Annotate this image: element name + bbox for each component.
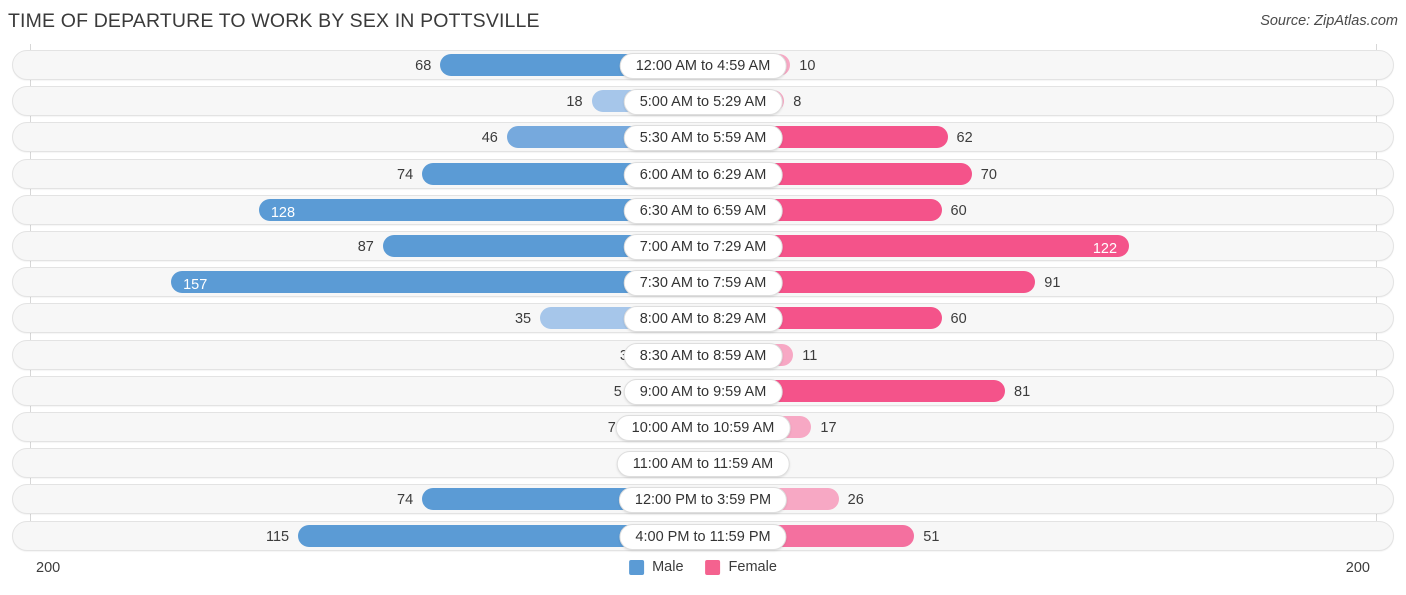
axis-label-left: 200 (36, 560, 61, 576)
bar-row-inner: 5 81 9:00 AM to 9:59 AM (13, 377, 1393, 405)
legend-label-female: Female (728, 559, 777, 575)
page-title: TIME OF DEPARTURE TO WORK BY SEX IN POTT… (8, 10, 540, 32)
legend-item-female[interactable]: Female (705, 559, 777, 575)
bar-row-inner: 68 10 12:00 AM to 4:59 AM (13, 51, 1393, 79)
bar-value-female: 122 (1092, 241, 1118, 257)
bar-row[interactable]: 74 70 6:00 AM to 6:29 AM (12, 158, 1394, 189)
legend-swatch-female-icon (705, 559, 721, 575)
bar-value-female: 51 (923, 528, 940, 545)
bar-row-inner: 115 51 4:00 PM to 11:59 PM (13, 522, 1393, 550)
bar-value-male: 46 (481, 130, 498, 147)
bar-row-inner: 7 17 10:00 AM to 10:59 AM (13, 413, 1393, 441)
bar-value-male: 7 (607, 420, 616, 436)
bar-value-female: 60 (950, 202, 967, 219)
bar-row-inner: 0011:00 AM to 11:59 AM (13, 449, 1393, 478)
category-label-pill: 5:00 AM to 5:29 AM (623, 89, 783, 116)
bar-row-inner: 87 122 7:00 AM to 7:29 AM (13, 232, 1393, 260)
category-label-pill: 4:00 PM to 11:59 PM (619, 523, 787, 550)
category-label-pill: 5:30 AM to 5:59 AM (623, 125, 783, 152)
chart-footer: 200 200 Male Female (0, 552, 1406, 595)
bar-value-female: 11 (802, 347, 818, 364)
bar-row[interactable]: 7 17 10:00 AM to 10:59 AM (12, 412, 1394, 442)
bar-row-inner: 91 157 7:30 AM to 7:59 AM (13, 268, 1393, 297)
category-label-pill: 8:30 AM to 8:59 AM (623, 342, 783, 369)
chart-plot-area: 68 10 12:00 AM to 4:59 AM 18 8 5:00 AM to 5:2… (0, 44, 1406, 552)
legend-label-male: Male (652, 559, 684, 575)
bar-row[interactable]: 3118:30 AM to 8:59 AM (12, 339, 1394, 370)
category-label-pill: 7:00 AM to 7:29 AM (623, 234, 783, 260)
bar-row-inner: 18 8 5:00 AM to 5:29 AM (13, 87, 1393, 116)
category-label-pill: 12:00 AM to 4:59 AM (619, 53, 787, 79)
bar-value-male: 35 (514, 311, 532, 328)
category-label-pill: 12:00 PM to 3:59 PM (618, 487, 788, 514)
bar-row-inner: 60 128 6:30 AM to 6:59 AM (13, 196, 1393, 224)
bar-row-inner: 3118:30 AM to 8:59 AM (13, 341, 1393, 369)
bar-value-female: 17 (820, 420, 837, 436)
category-label-pill: 11:00 AM to 11:59 AM (616, 451, 790, 478)
bar-value-male: 74 (397, 492, 414, 509)
bar-row-inner: 35 60 8:00 AM to 8:29 AM (13, 304, 1393, 333)
bar-value-male: 115 (266, 528, 290, 545)
chart-legend: Male Female (629, 559, 777, 575)
bar-value-female: 26 (847, 492, 864, 509)
source-attribution: Source: ZipAtlas.com (1260, 13, 1398, 29)
bar-value-male: 5 (613, 383, 622, 400)
bar-value-female: 62 (956, 130, 973, 147)
category-label-pill: 10:00 AM to 10:59 AM (615, 415, 791, 441)
legend-swatch-male-icon (629, 559, 645, 575)
bar-value-male: 87 (357, 239, 374, 255)
bar-value-male: 74 (397, 166, 414, 183)
bar-row[interactable]: 91 157 7:30 AM to 7:59 AM (12, 267, 1394, 298)
chart-header: TIME OF DEPARTURE TO WORK BY SEX IN POTT… (0, 0, 1406, 44)
bar-row[interactable]: 0011:00 AM to 11:59 AM (12, 448, 1394, 479)
bar-row[interactable]: 46 62 5:30 AM to 5:59 AM (12, 122, 1394, 153)
bar-row[interactable]: 5 81 9:00 AM to 9:59 AM (12, 375, 1394, 406)
bar-row-inner: 74 26 12:00 PM to 3:59 PM (13, 485, 1393, 514)
bar-value-male: 18 (566, 94, 583, 111)
bar-value-female: 10 (799, 58, 816, 74)
bar-row-inner: 74 70 6:00 AM to 6:29 AM (13, 160, 1393, 188)
bar-row-inner: 46 62 5:30 AM to 5:59 AM (13, 123, 1393, 152)
bar-male[interactable]: 157 (171, 271, 702, 294)
bar-row[interactable]: 60 128 6:30 AM to 6:59 AM (12, 194, 1394, 225)
category-label-pill: 6:00 AM to 6:29 AM (623, 161, 783, 188)
bar-row[interactable]: 35 60 8:00 AM to 8:29 AM (12, 303, 1394, 334)
bar-row[interactable]: 115 51 4:00 PM to 11:59 PM (12, 520, 1394, 551)
bar-value-female: 60 (950, 311, 967, 328)
bar-row[interactable]: 87 122 7:00 AM to 7:29 AM (12, 231, 1394, 261)
category-label-pill: 6:30 AM to 6:59 AM (623, 197, 783, 224)
bar-value-male: 157 (183, 277, 208, 294)
bar-row[interactable]: 68 10 12:00 AM to 4:59 AM (12, 50, 1394, 80)
category-label-pill: 9:00 AM to 9:59 AM (623, 378, 783, 405)
bar-row[interactable]: 18 8 5:00 AM to 5:29 AM (12, 86, 1394, 117)
bar-value-male: 68 (415, 58, 432, 74)
bar-value-female: 81 (1014, 383, 1031, 400)
chart-page: TIME OF DEPARTURE TO WORK BY SEX IN POTT… (0, 0, 1406, 595)
category-label-pill: 8:00 AM to 8:29 AM (623, 306, 783, 333)
bar-value-female: 70 (980, 166, 997, 183)
category-label-pill: 7:30 AM to 7:59 AM (623, 270, 783, 297)
bar-value-male: 128 (270, 204, 296, 221)
legend-item-male[interactable]: Male (629, 559, 684, 575)
bar-value-female: 8 (793, 94, 802, 111)
bar-value-female: 91 (1044, 275, 1061, 292)
axis-label-right: 200 (1345, 560, 1370, 576)
bar-row[interactable]: 74 26 12:00 PM to 3:59 PM (12, 484, 1394, 515)
